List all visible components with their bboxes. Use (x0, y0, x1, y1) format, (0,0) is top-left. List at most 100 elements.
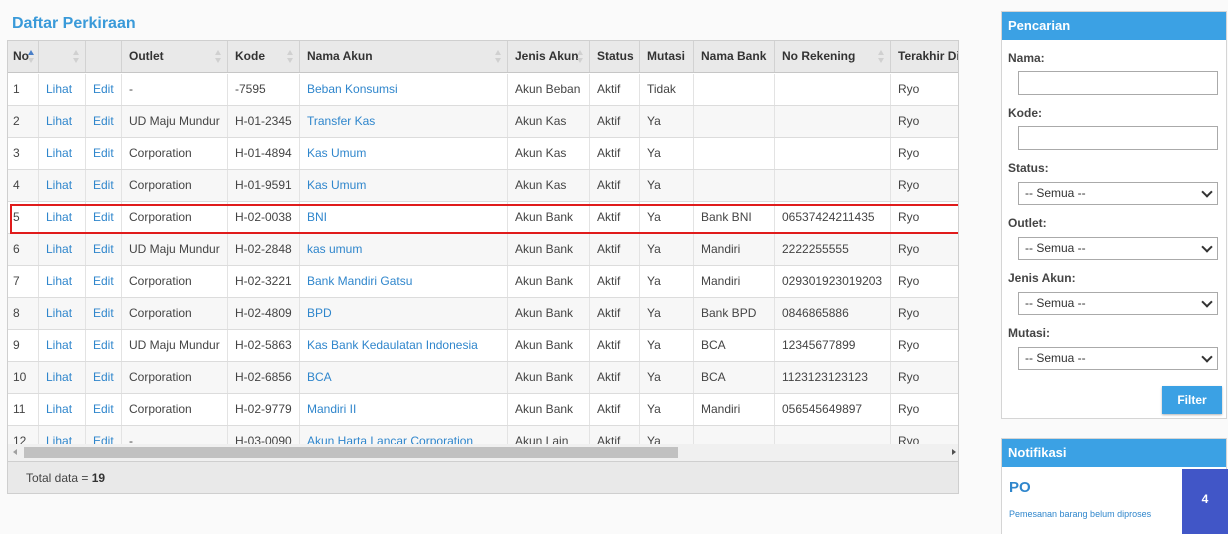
account-name-link[interactable]: BPD (300, 298, 508, 329)
table-row[interactable]: 11 Lihat Edit Corporation H-02-9779 Mandiri I… (8, 394, 958, 426)
table-row[interactable]: 4 Lihat Edit Corporation H-01-9591 Kas Umum Ak… (8, 170, 958, 202)
edit-link[interactable]: Edit (86, 138, 122, 169)
edit-link[interactable]: Edit (86, 266, 122, 297)
outlet-select[interactable]: -- Semua -- (1018, 237, 1218, 260)
cell-no-rekening: 2222255555 (775, 234, 891, 265)
edit-link[interactable]: Edit (86, 74, 122, 105)
view-link[interactable]: Lihat (39, 170, 86, 201)
table-row[interactable]: 9 Lihat Edit UD Maju Mundur H-02-5863 Kas Ban… (8, 330, 958, 362)
cell-no-rekening: 06537424211435 (775, 202, 891, 233)
sort-icon (215, 50, 222, 64)
horizontal-scrollbar[interactable] (8, 444, 958, 461)
edit-link[interactable]: Edit (86, 170, 122, 201)
account-name-link[interactable]: BNI (300, 202, 508, 233)
view-link[interactable]: Lihat (39, 394, 86, 425)
account-name-link[interactable]: Kas Umum (300, 138, 508, 169)
table-row[interactable]: 3 Lihat Edit Corporation H-01-4894 Kas Umum Ak… (8, 138, 958, 170)
scroll-right-icon[interactable] (952, 449, 956, 455)
table-row[interactable]: 12 Lihat Edit - H-03-0090 Akun Harta Lancar C… (8, 426, 958, 444)
grid-header: No Outlet Kode Nama Akun Jenis Akun Stat… (8, 41, 958, 73)
table-row[interactable]: 10 Lihat Edit Corporation H-02-6856 BCA Akun B… (8, 362, 958, 394)
cell-mutasi: Ya (640, 266, 694, 297)
table-row[interactable]: 5 Lihat Edit Corporation H-02-0038 BNI Akun Ba… (8, 202, 958, 234)
horizontal-scroll-thumb[interactable] (24, 447, 678, 458)
header-edit[interactable] (86, 41, 122, 72)
account-name-link[interactable]: Kas Umum (300, 170, 508, 201)
view-link[interactable]: Lihat (39, 202, 86, 233)
cell-kode: H-02-2848 (228, 234, 300, 265)
total-value: 19 (91, 471, 106, 485)
cell-no-rekening: 0846865886 (775, 298, 891, 329)
header-last-edited[interactable]: Terakhir Diedi (891, 41, 958, 72)
view-link[interactable]: Lihat (39, 362, 86, 393)
kode-label: Kode: (1008, 106, 1042, 120)
edit-link[interactable]: Edit (86, 298, 122, 329)
header-no[interactable]: No (8, 41, 39, 72)
header-nama-akun[interactable]: Nama Akun (300, 41, 508, 72)
view-link[interactable]: Lihat (39, 266, 86, 297)
account-name-link[interactable]: BCA (300, 362, 508, 393)
notification-item-text[interactable]: Pemesanan barang belum diproses (1009, 509, 1151, 519)
mutasi-select[interactable]: -- Semua -- (1018, 347, 1218, 370)
cell-jenis-akun: Akun Kas (508, 170, 590, 201)
kode-input[interactable] (1018, 126, 1218, 150)
status-select[interactable]: -- Semua -- (1018, 182, 1218, 205)
header-outlet[interactable]: Outlet (122, 41, 228, 72)
cell-nama-bank: Bank BPD (694, 298, 775, 329)
cell-kode: H-02-6856 (228, 362, 300, 393)
cell-kode: H-02-0038 (228, 202, 300, 233)
cell-status: Aktif (590, 298, 640, 329)
header-kode-label: Kode (235, 49, 265, 63)
nama-input[interactable] (1018, 71, 1218, 95)
notification-item-title[interactable]: PO (1009, 479, 1031, 496)
grid-body: 1 Lihat Edit - -7595 Beban Konsumsi Akun Beban… (8, 74, 958, 444)
edit-link[interactable]: Edit (86, 394, 122, 425)
cell-jenis-akun: Akun Beban (508, 74, 590, 105)
edit-link[interactable]: Edit (86, 330, 122, 361)
edit-link[interactable]: Edit (86, 106, 122, 137)
edit-link[interactable]: Edit (86, 234, 122, 265)
table-row[interactable]: 6 Lihat Edit UD Maju Mundur H-02-2848 kas umu… (8, 234, 958, 266)
account-name-link[interactable]: Mandiri II (300, 394, 508, 425)
header-mutasi[interactable]: Mutasi (640, 41, 694, 72)
header-view[interactable] (39, 41, 86, 72)
view-link[interactable]: Lihat (39, 106, 86, 137)
header-status[interactable]: Status (590, 41, 640, 72)
header-jenis-akun[interactable]: Jenis Akun (508, 41, 590, 72)
jenis-akun-select[interactable]: -- Semua -- (1018, 292, 1218, 315)
view-link[interactable]: Lihat (39, 138, 86, 169)
scroll-left-icon[interactable] (13, 449, 17, 455)
account-name-link[interactable]: Kas Bank Kedaulatan Indonesia (300, 330, 508, 361)
outlet-label: Outlet: (1008, 216, 1047, 230)
account-name-link[interactable]: kas umum (300, 234, 508, 265)
account-name-link[interactable]: Beban Konsumsi (300, 74, 508, 105)
cell-outlet: Corporation (122, 170, 228, 201)
notification-count-badge[interactable]: 4 (1182, 469, 1228, 534)
cell-no: 12 (8, 426, 39, 444)
header-no-rekening[interactable]: No Rekening (775, 41, 891, 72)
filter-button[interactable]: Filter (1162, 386, 1222, 414)
edit-link[interactable]: Edit (86, 362, 122, 393)
view-link[interactable]: Lihat (39, 234, 86, 265)
account-name-link[interactable]: Bank Mandiri Gatsu (300, 266, 508, 297)
cell-mutasi: Ya (640, 170, 694, 201)
account-name-link[interactable]: Transfer Kas (300, 106, 508, 137)
cell-nama-bank: Mandiri (694, 234, 775, 265)
header-outlet-label: Outlet (129, 49, 164, 63)
table-row[interactable]: 2 Lihat Edit UD Maju Mundur H-01-2345 Transfe… (8, 106, 958, 138)
header-kode[interactable]: Kode (228, 41, 300, 72)
header-nama-bank[interactable]: Nama Bank (694, 41, 775, 72)
edit-link[interactable]: Edit (86, 426, 122, 444)
cell-no: 8 (8, 298, 39, 329)
view-link[interactable]: Lihat (39, 330, 86, 361)
table-row[interactable]: 7 Lihat Edit Corporation H-02-3221 Bank Mandi… (8, 266, 958, 298)
view-link[interactable]: Lihat (39, 426, 86, 444)
view-link[interactable]: Lihat (39, 74, 86, 105)
edit-link[interactable]: Edit (86, 202, 122, 233)
view-link[interactable]: Lihat (39, 298, 86, 329)
cell-kode: H-02-5863 (228, 330, 300, 361)
table-row[interactable]: 8 Lihat Edit Corporation H-02-4809 BPD Akun Ba… (8, 298, 958, 330)
table-row[interactable]: 1 Lihat Edit - -7595 Beban Konsumsi Akun Beban… (8, 74, 958, 106)
cell-mutasi: Ya (640, 106, 694, 137)
account-name-link[interactable]: Akun Harta Lancar Corporation (300, 426, 508, 444)
